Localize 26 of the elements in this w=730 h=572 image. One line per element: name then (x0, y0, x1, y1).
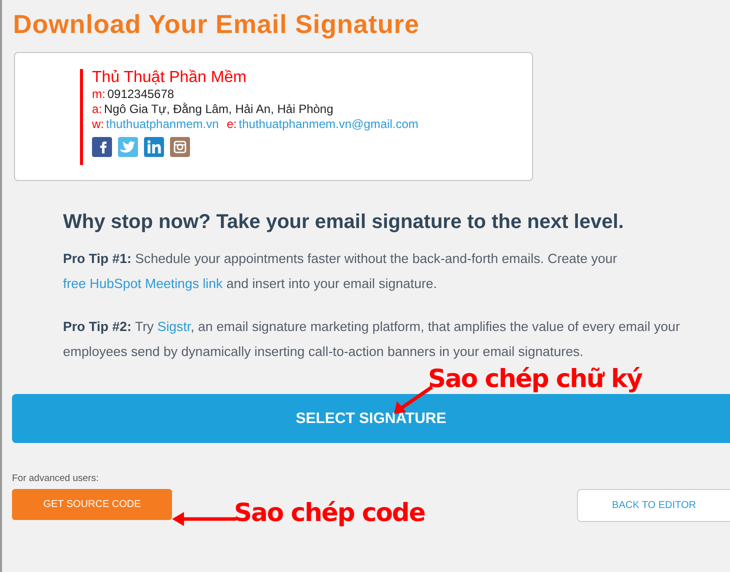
facebook-icon[interactable] (92, 137, 112, 157)
annotation-label: Sao chép code (234, 498, 425, 527)
linkedin-icon[interactable] (144, 137, 164, 157)
signature-text: 0912345678 (107, 87, 174, 102)
signature-link[interactable]: thuthuatphanmem.vn@gmail.com (238, 117, 418, 132)
field-label: w: (92, 117, 104, 132)
tip-paragraph: Pro Tip #1: Schedule your appointments faster without the back-and-forth emails. Create your free HubSpot Meetings link and insert into your email signature. (63, 250, 618, 293)
camera-icon[interactable] (170, 137, 190, 157)
tip-paragraph: Pro Tip #2: Try Sigstr, an email signature marketing platform, that amplifies the value of every email your employees send by dynamically inserting call-to-action banners in your email signatures. (63, 318, 681, 361)
signature-text: Ngô Gia Tự, Đằng Lâm, Hải An, Hải Phòng (104, 102, 334, 117)
arrow-icon (172, 510, 236, 528)
signature-name: Thủ Thuật Phần Mềm (92, 69, 246, 87)
bird-icon[interactable] (118, 137, 138, 157)
select-signature-button[interactable]: SELECT SIGNATURE (12, 394, 730, 443)
signature-link[interactable]: thuthuatphanmem.vn (106, 117, 219, 132)
source-code-button[interactable]: GET SOURCE CODE (12, 489, 172, 520)
advanced-label: For advanced users: (12, 473, 99, 484)
annotation-label: Sao chép chữ ký (428, 364, 642, 393)
section-heading: Why stop now? Take your email signature to the next level. (63, 210, 625, 235)
field-label: m: (92, 87, 106, 102)
back-to-editor-button[interactable]: BACK TO EDITOR (577, 489, 730, 522)
tip-link[interactable]: Sigstr (157, 319, 191, 334)
tip-link[interactable]: free HubSpot Meetings link (63, 276, 223, 291)
field-label: e: (226, 117, 237, 132)
field-label: a: (92, 102, 102, 117)
page-title: Download Your Email Signature (12, 8, 420, 40)
